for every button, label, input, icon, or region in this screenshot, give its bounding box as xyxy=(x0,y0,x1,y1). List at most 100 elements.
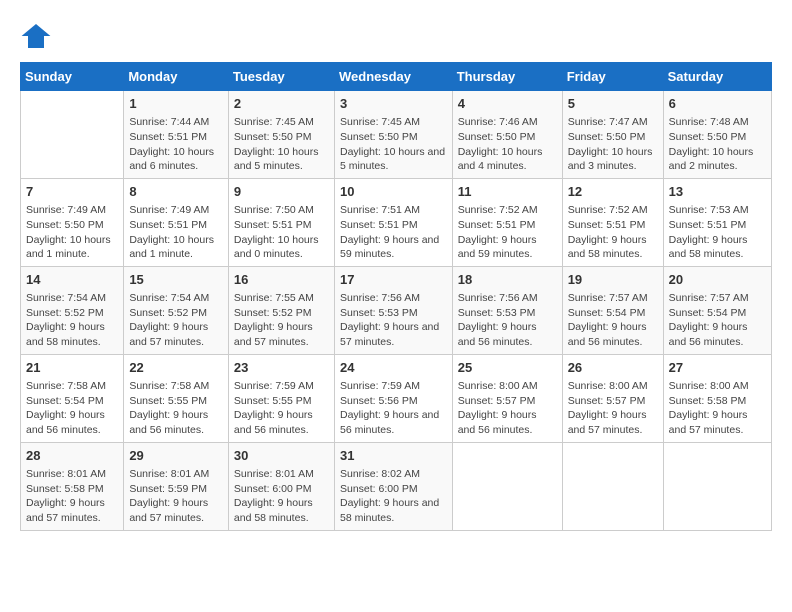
day-number: 14 xyxy=(26,271,118,289)
calendar-header-row: SundayMondayTuesdayWednesdayThursdayFrid… xyxy=(21,63,772,91)
calendar-cell: 20Sunrise: 7:57 AMSunset: 5:54 PMDayligh… xyxy=(663,266,771,354)
day-info: Sunrise: 7:54 AMSunset: 5:52 PMDaylight:… xyxy=(26,291,118,350)
calendar-cell: 15 Sunrise: 7:54 AMSunset: 5:52 PMDayligh… xyxy=(124,266,229,354)
day-number: 12 xyxy=(568,183,658,201)
calendar-cell: 21 Sunrise: 7:58 AMSunset: 5:54 PMDayligh… xyxy=(21,354,124,442)
day-number: 21 xyxy=(26,359,118,377)
day-number: 1 xyxy=(129,95,223,113)
day-number: 10 xyxy=(340,183,447,201)
calendar-cell: 4 Sunrise: 7:46 AMSunset: 5:50 PMDaylight… xyxy=(452,91,562,179)
calendar-cell: 26Sunrise: 8:00 AMSunset: 5:57 PMDayligh… xyxy=(562,354,663,442)
day-number: 15 xyxy=(129,271,223,289)
day-info: Sunrise: 7:52 AMSunset: 5:51 PMDaylight:… xyxy=(568,203,658,262)
day-info: Sunrise: 7:50 AMSunset: 5:51 PMDaylight:… xyxy=(234,203,329,262)
day-info: Sunrise: 7:48 AMSunset: 5:50 PMDaylight:… xyxy=(669,115,766,174)
day-info: Sunrise: 8:01 AMSunset: 5:58 PMDaylight:… xyxy=(26,467,118,526)
calendar-week-row: 21 Sunrise: 7:58 AMSunset: 5:54 PMDayligh… xyxy=(21,354,772,442)
day-info: Sunrise: 8:00 AMSunset: 5:58 PMDaylight:… xyxy=(669,379,766,438)
calendar-cell: 13Sunrise: 7:53 AMSunset: 5:51 PMDayligh… xyxy=(663,178,771,266)
calendar-cell: 19Sunrise: 7:57 AMSunset: 5:54 PMDayligh… xyxy=(562,266,663,354)
header xyxy=(20,20,772,52)
calendar-cell: 16 Sunrise: 7:55 AMSunset: 5:52 PMDayligh… xyxy=(228,266,334,354)
calendar-cell: 14 Sunrise: 7:54 AMSunset: 5:52 PMDayligh… xyxy=(21,266,124,354)
calendar-cell: 24 Sunrise: 7:59 AMSunset: 5:56 PMDayligh… xyxy=(334,354,452,442)
calendar-header-tuesday: Tuesday xyxy=(228,63,334,91)
day-number: 17 xyxy=(340,271,447,289)
calendar-week-row: 14 Sunrise: 7:54 AMSunset: 5:52 PMDayligh… xyxy=(21,266,772,354)
calendar-cell: 9 Sunrise: 7:50 AMSunset: 5:51 PMDaylight… xyxy=(228,178,334,266)
day-info: Sunrise: 7:45 AMSunset: 5:50 PMDaylight:… xyxy=(234,115,329,174)
day-info: Sunrise: 7:56 AMSunset: 5:53 PMDaylight:… xyxy=(458,291,557,350)
day-info: Sunrise: 7:56 AMSunset: 5:53 PMDaylight:… xyxy=(340,291,447,350)
day-info: Sunrise: 7:47 AMSunset: 5:50 PMDaylight:… xyxy=(568,115,658,174)
calendar-week-row: 28 Sunrise: 8:01 AMSunset: 5:58 PMDayligh… xyxy=(21,442,772,530)
logo-icon xyxy=(20,20,52,52)
day-number: 25 xyxy=(458,359,557,377)
day-number: 2 xyxy=(234,95,329,113)
calendar-week-row: 1 Sunrise: 7:44 AMSunset: 5:51 PMDaylight… xyxy=(21,91,772,179)
day-info: Sunrise: 7:57 AMSunset: 5:54 PMDaylight:… xyxy=(568,291,658,350)
calendar-cell: 8 Sunrise: 7:49 AMSunset: 5:51 PMDaylight… xyxy=(124,178,229,266)
calendar-cell xyxy=(452,442,562,530)
calendar-header-sunday: Sunday xyxy=(21,63,124,91)
day-number: 31 xyxy=(340,447,447,465)
calendar-table: SundayMondayTuesdayWednesdayThursdayFrid… xyxy=(20,62,772,531)
day-number: 7 xyxy=(26,183,118,201)
calendar-cell: 2 Sunrise: 7:45 AMSunset: 5:50 PMDaylight… xyxy=(228,91,334,179)
calendar-cell: 23 Sunrise: 7:59 AMSunset: 5:55 PMDayligh… xyxy=(228,354,334,442)
calendar-cell: 28 Sunrise: 8:01 AMSunset: 5:58 PMDayligh… xyxy=(21,442,124,530)
calendar-week-row: 7 Sunrise: 7:49 AMSunset: 5:50 PMDaylight… xyxy=(21,178,772,266)
day-info: Sunrise: 8:00 AMSunset: 5:57 PMDaylight:… xyxy=(458,379,557,438)
calendar-cell: 17 Sunrise: 7:56 AMSunset: 5:53 PMDayligh… xyxy=(334,266,452,354)
calendar-cell xyxy=(663,442,771,530)
calendar-cell: 10 Sunrise: 7:51 AMSunset: 5:51 PMDayligh… xyxy=(334,178,452,266)
day-number: 8 xyxy=(129,183,223,201)
day-info: Sunrise: 8:00 AMSunset: 5:57 PMDaylight:… xyxy=(568,379,658,438)
day-info: Sunrise: 7:59 AMSunset: 5:55 PMDaylight:… xyxy=(234,379,329,438)
day-info: Sunrise: 7:49 AMSunset: 5:50 PMDaylight:… xyxy=(26,203,118,262)
day-number: 5 xyxy=(568,95,658,113)
day-number: 30 xyxy=(234,447,329,465)
day-info: Sunrise: 7:51 AMSunset: 5:51 PMDaylight:… xyxy=(340,203,447,262)
calendar-cell: 31 Sunrise: 8:02 AMSunset: 6:00 PMDayligh… xyxy=(334,442,452,530)
calendar-header-friday: Friday xyxy=(562,63,663,91)
day-info: Sunrise: 7:52 AMSunset: 5:51 PMDaylight:… xyxy=(458,203,557,262)
calendar-cell: 1 Sunrise: 7:44 AMSunset: 5:51 PMDaylight… xyxy=(124,91,229,179)
calendar-cell: 7 Sunrise: 7:49 AMSunset: 5:50 PMDaylight… xyxy=(21,178,124,266)
day-number: 18 xyxy=(458,271,557,289)
calendar-cell: 12 Sunrise: 7:52 AMSunset: 5:51 PMDayligh… xyxy=(562,178,663,266)
day-info: Sunrise: 7:44 AMSunset: 5:51 PMDaylight:… xyxy=(129,115,223,174)
day-number: 28 xyxy=(26,447,118,465)
day-info: Sunrise: 8:01 AMSunset: 6:00 PMDaylight:… xyxy=(234,467,329,526)
day-info: Sunrise: 7:58 AMSunset: 5:54 PMDaylight:… xyxy=(26,379,118,438)
day-number: 24 xyxy=(340,359,447,377)
day-info: Sunrise: 7:55 AMSunset: 5:52 PMDaylight:… xyxy=(234,291,329,350)
calendar-cell xyxy=(562,442,663,530)
day-info: Sunrise: 8:01 AMSunset: 5:59 PMDaylight:… xyxy=(129,467,223,526)
calendar-cell: 5 Sunrise: 7:47 AMSunset: 5:50 PMDaylight… xyxy=(562,91,663,179)
day-info: Sunrise: 8:02 AMSunset: 6:00 PMDaylight:… xyxy=(340,467,447,526)
day-info: Sunrise: 7:45 AMSunset: 5:50 PMDaylight:… xyxy=(340,115,447,174)
calendar-header-thursday: Thursday xyxy=(452,63,562,91)
day-info: Sunrise: 7:58 AMSunset: 5:55 PMDaylight:… xyxy=(129,379,223,438)
calendar-header-wednesday: Wednesday xyxy=(334,63,452,91)
day-number: 16 xyxy=(234,271,329,289)
calendar-cell: 6 Sunrise: 7:48 AMSunset: 5:50 PMDaylight… xyxy=(663,91,771,179)
calendar-cell: 3 Sunrise: 7:45 AMSunset: 5:50 PMDaylight… xyxy=(334,91,452,179)
day-info: Sunrise: 7:54 AMSunset: 5:52 PMDaylight:… xyxy=(129,291,223,350)
day-number: 23 xyxy=(234,359,329,377)
day-number: 4 xyxy=(458,95,557,113)
day-info: Sunrise: 7:49 AMSunset: 5:51 PMDaylight:… xyxy=(129,203,223,262)
calendar-cell xyxy=(21,91,124,179)
day-number: 3 xyxy=(340,95,447,113)
day-number: 27 xyxy=(669,359,766,377)
calendar-cell: 25 Sunrise: 8:00 AMSunset: 5:57 PMDayligh… xyxy=(452,354,562,442)
day-number: 9 xyxy=(234,183,329,201)
calendar-cell: 30 Sunrise: 8:01 AMSunset: 6:00 PMDayligh… xyxy=(228,442,334,530)
day-info: Sunrise: 7:59 AMSunset: 5:56 PMDaylight:… xyxy=(340,379,447,438)
day-number: 6 xyxy=(669,95,766,113)
day-info: Sunrise: 7:57 AMSunset: 5:54 PMDaylight:… xyxy=(669,291,766,350)
day-info: Sunrise: 7:53 AMSunset: 5:51 PMDaylight:… xyxy=(669,203,766,262)
day-number: 22 xyxy=(129,359,223,377)
day-info: Sunrise: 7:46 AMSunset: 5:50 PMDaylight:… xyxy=(458,115,557,174)
